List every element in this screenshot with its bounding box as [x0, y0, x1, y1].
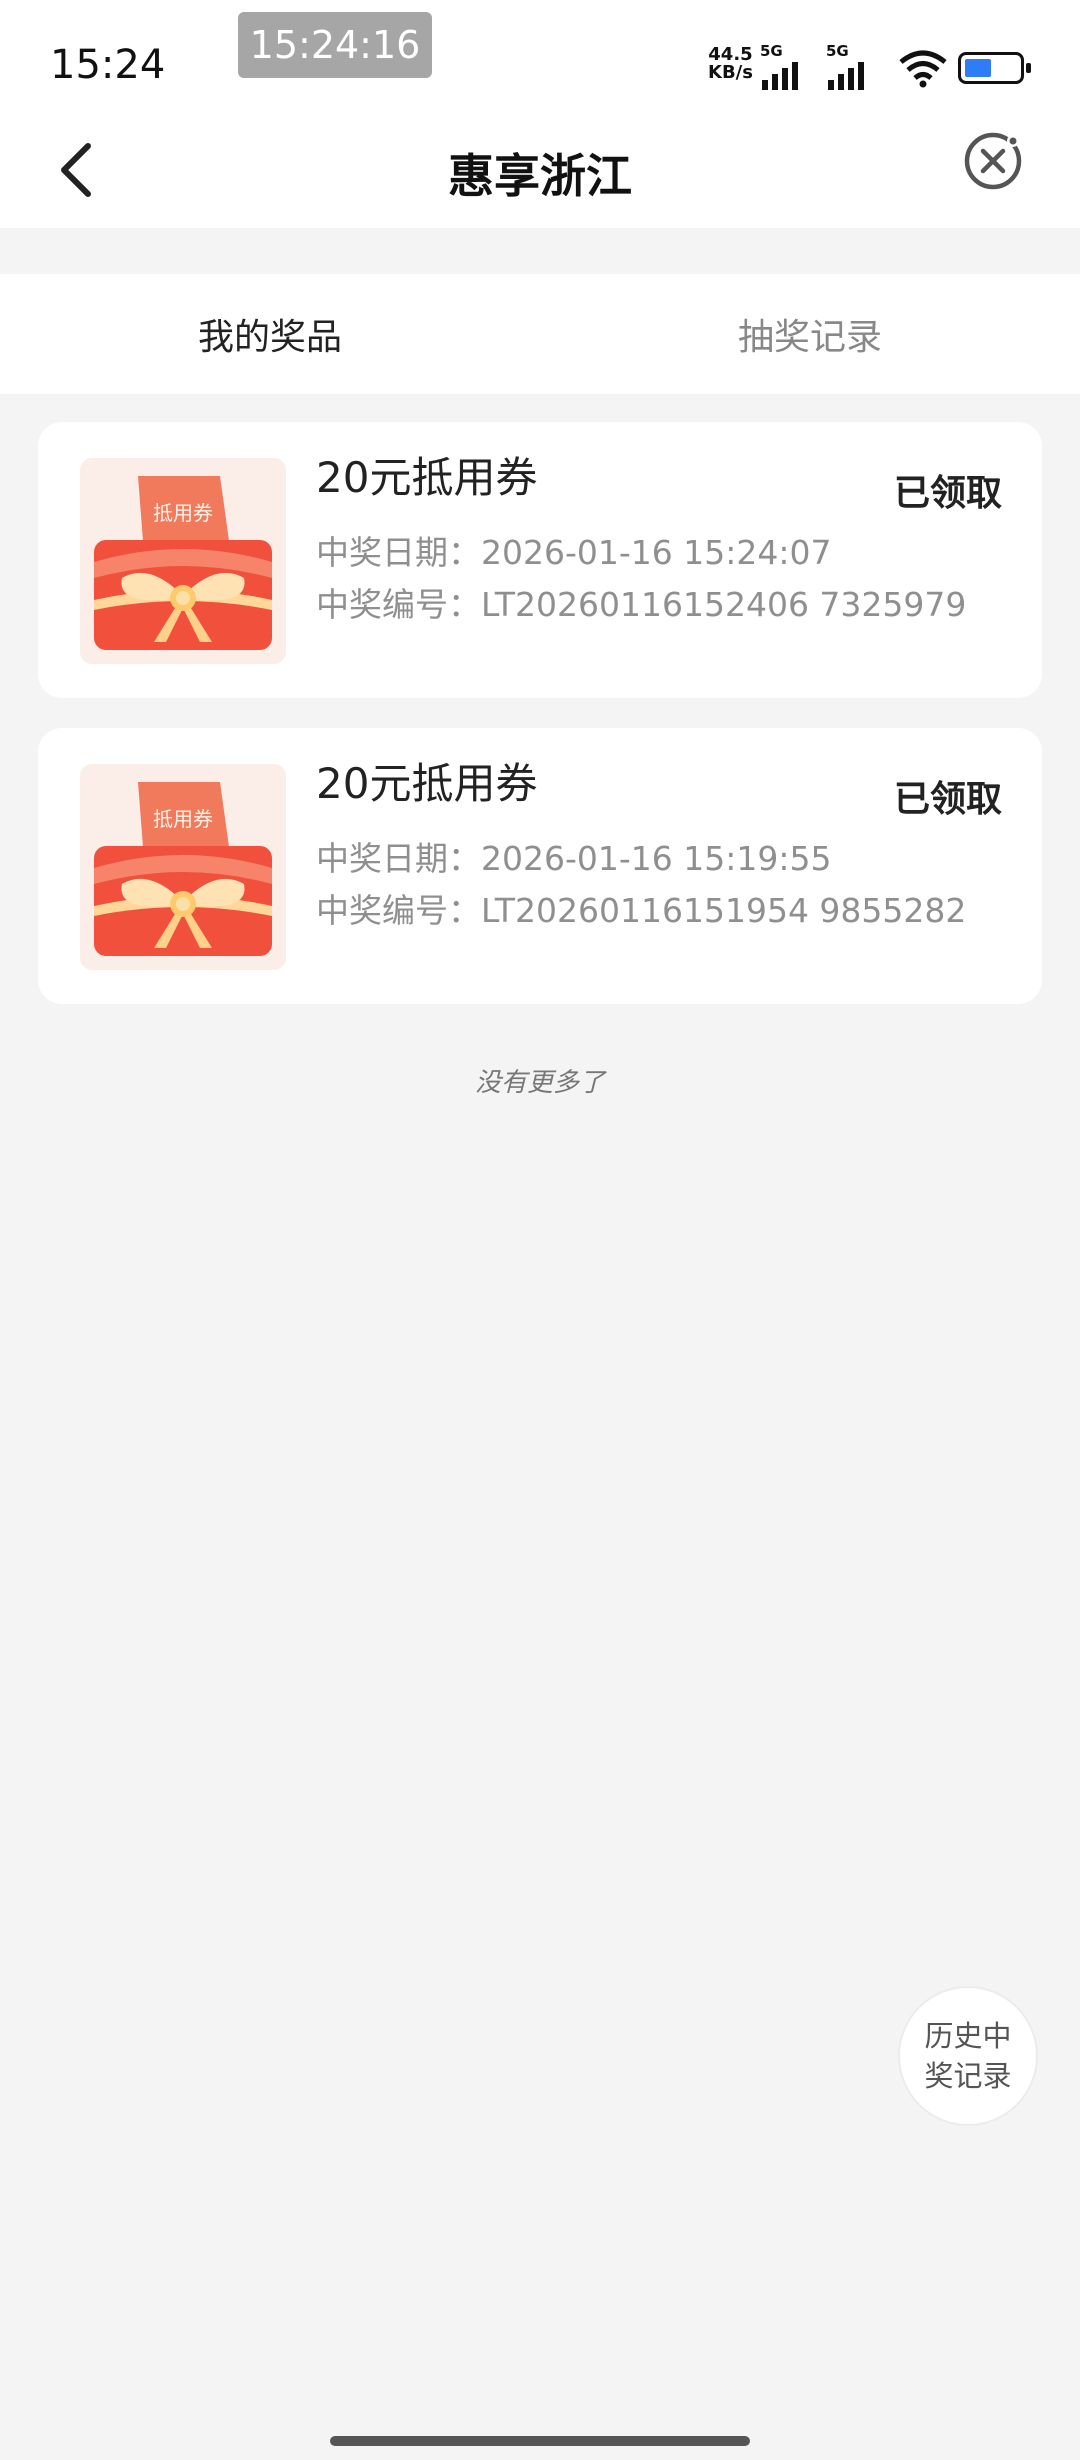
- gift-coupon-icon: 抵用券: [94, 476, 272, 650]
- win-code-value: LT20260116152406 7325979: [481, 585, 967, 624]
- overlay-clock: 15:24:16: [238, 12, 432, 78]
- win-code-label: 中奖编号：: [316, 585, 481, 624]
- tab-bar: 我的奖品 抽奖记录: [0, 274, 1080, 394]
- prize-card[interactable]: 抵用券 20元抵用券 中奖日期：2026-01-16 15:24:07 中奖编号…: [38, 422, 1042, 698]
- gift-coupon-icon: 抵用券: [94, 782, 272, 956]
- win-code: 中奖编号：LT20260116151954 9855282: [316, 884, 966, 932]
- history-records-button[interactable]: 历史中 奖记录: [898, 1986, 1038, 2126]
- win-date: 中奖日期：2026-01-16 15:24:07: [316, 526, 831, 574]
- prize-card[interactable]: 抵用券 20元抵用券 中奖日期：2026-01-16 15:19:55 中奖编号…: [38, 728, 1042, 1004]
- win-date-value: 2026-01-16 15:19:55: [481, 839, 832, 878]
- history-button-line2: 奖记录: [924, 2059, 1012, 2093]
- win-date-label: 中奖日期：: [316, 839, 481, 878]
- page-title: 惠享浙江: [448, 149, 632, 203]
- wifi-icon: [899, 50, 947, 88]
- tab-my-prizes[interactable]: 我的奖品: [0, 274, 540, 394]
- win-code-label: 中奖编号：: [316, 891, 481, 930]
- win-date: 中奖日期：2026-01-16 15:19:55: [316, 832, 831, 880]
- prize-name: 20元抵用券: [316, 759, 538, 808]
- network-speed-unit: KB/s: [708, 62, 753, 83]
- win-date-label: 中奖日期：: [316, 533, 481, 572]
- status-bar: 15:24 15:24:16 44.5 KB/s 5G 5G: [0, 0, 1080, 110]
- coupon-thumb-label: 抵用券: [153, 501, 213, 525]
- network-speed: 44.5 KB/s: [708, 46, 753, 82]
- status-time: 15:24: [50, 42, 166, 88]
- claim-status: 已领取: [893, 473, 1002, 514]
- win-code: 中奖编号：LT20260116152406 7325979: [316, 578, 966, 626]
- end-of-list-note: 没有更多了: [474, 1068, 605, 1098]
- screen: 15:24 15:24:16 44.5 KB/s 5G 5G 惠享浙江 我的奖品…: [0, 0, 1080, 2460]
- win-code-value: LT20260116151954 9855282: [481, 891, 967, 930]
- header: 惠享浙江: [0, 110, 1080, 228]
- history-button-line1: 历史中: [924, 2019, 1012, 2053]
- coupon-thumbnail: 抵用券: [80, 458, 286, 664]
- claim-status: 已领取: [893, 779, 1002, 820]
- battery-charging-icon: [958, 52, 1031, 84]
- tab-draw-records[interactable]: 抽奖记录: [540, 274, 1080, 394]
- prize-name: 20元抵用券: [316, 453, 538, 502]
- coupon-thumb-label: 抵用券: [153, 807, 213, 831]
- win-date-value: 2026-01-16 15:24:07: [481, 533, 832, 572]
- home-indicator[interactable]: [330, 2436, 750, 2446]
- close-button[interactable]: [960, 128, 1026, 198]
- close-circle-icon: [964, 132, 1022, 190]
- coupon-thumbnail: 抵用券: [80, 764, 286, 970]
